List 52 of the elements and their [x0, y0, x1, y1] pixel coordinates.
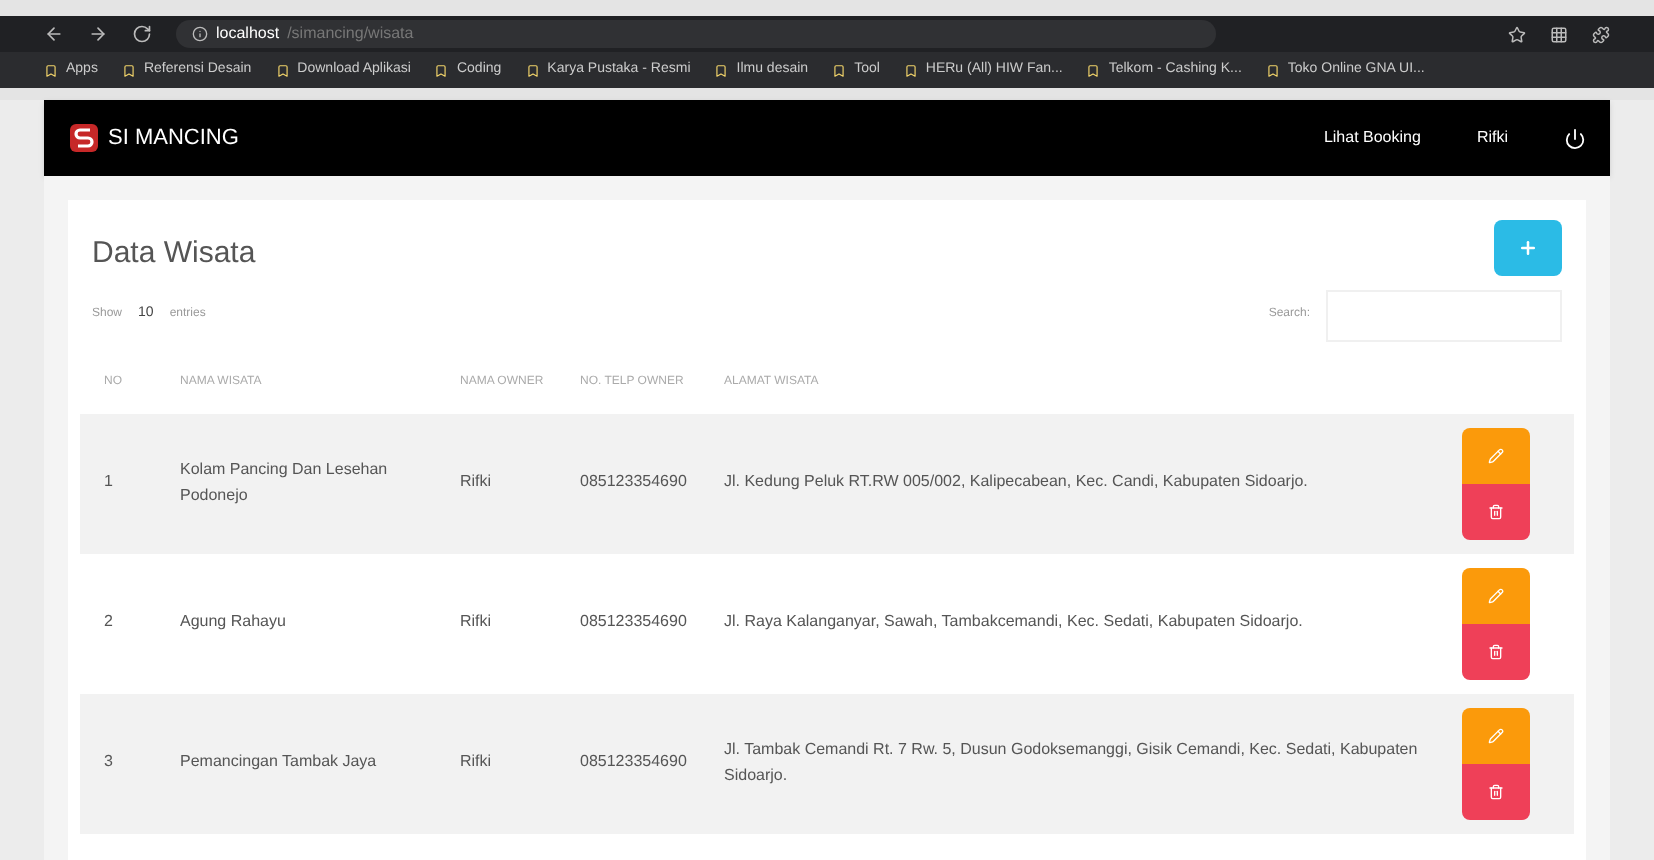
table-cell-text: Kolam Pancing Dan Lesehan Podonejo	[178, 457, 390, 508]
table-cell-text: Rifki	[458, 470, 494, 495]
table-cell-text: Jl. Raya Kalanganyar, Sawah, Tambakcemandi, Kec. Sedati, Kabupaten Sidoarjo.	[722, 610, 1305, 635]
table-cell-text: Rifki	[458, 610, 494, 635]
bookmark-icon	[832, 63, 847, 77]
nav-link[interactable]: Rifki	[1476, 126, 1508, 150]
edit-button[interactable]	[1462, 427, 1530, 483]
delete-button[interactable]	[1462, 483, 1530, 539]
bookmark-icon	[275, 63, 290, 77]
bookmark-icon	[1086, 63, 1101, 77]
table-cell-text: Pemancingan Tambak Jaya	[178, 750, 379, 775]
puzzle-icon[interactable]	[1592, 25, 1610, 43]
trash-icon	[1488, 783, 1504, 799]
forward-icon[interactable]	[88, 24, 108, 44]
table-cell-text: Jl. Tambak Cemandi Rt. 7 Rw. 5, Dusun Godoksemanggi, Gisik Cemandi, Kec. Sedati, Kabupaten Sidoarjo.	[722, 737, 1420, 788]
bookmark-icon	[714, 63, 729, 77]
trash-icon	[1488, 643, 1504, 659]
page-title: Data Wisata	[92, 234, 256, 274]
table-cell-text: 1	[102, 470, 115, 495]
edit-button[interactable]	[1462, 567, 1530, 623]
reload-icon[interactable]	[132, 24, 152, 44]
table-cell-text: 3	[102, 750, 115, 775]
table-cell-text: Agung Rahayu	[178, 610, 288, 635]
delete-button[interactable]	[1462, 763, 1530, 819]
logout-icon[interactable]	[1564, 127, 1586, 149]
pencil-icon	[1488, 447, 1504, 463]
bookmark-icon	[1265, 63, 1280, 77]
bookmark-icon	[903, 63, 918, 77]
plus-icon	[1518, 238, 1538, 258]
pencil-icon	[1488, 727, 1504, 743]
table-cell-text: 2	[102, 610, 115, 635]
back-icon[interactable]	[44, 24, 64, 44]
table-cell-text: Rifki	[458, 750, 494, 775]
add-button[interactable]	[1494, 220, 1562, 276]
nav-link[interactable]: Lihat Booking	[1323, 126, 1421, 150]
bookmark-icon	[434, 63, 449, 77]
table-cell-text: Jl. Kedung Peluk RT.RW 005/002, Kalipecabean, Kec. Candi, Kabupaten Sidoarjo.	[722, 470, 1310, 495]
table-cell-text: 085123354690	[578, 610, 689, 635]
logo-icon	[68, 122, 100, 154]
edit-button[interactable]	[1462, 707, 1530, 763]
bookmark-icon	[525, 63, 540, 77]
info-icon	[192, 26, 208, 42]
table-cell-text: 085123354690	[578, 470, 689, 495]
delete-button[interactable]	[1462, 623, 1530, 679]
brand-name[interactable]: SI MANCING	[108, 121, 239, 155]
trash-icon	[1488, 503, 1504, 519]
bookmark-icon	[121, 63, 136, 77]
pencil-icon	[1488, 587, 1504, 603]
address-bar[interactable]: localhost /simancing/wisata	[176, 20, 1216, 48]
bookmark-icon	[44, 63, 58, 77]
star-icon[interactable]	[1508, 25, 1526, 43]
table-cell-text: 085123354690	[578, 750, 689, 775]
